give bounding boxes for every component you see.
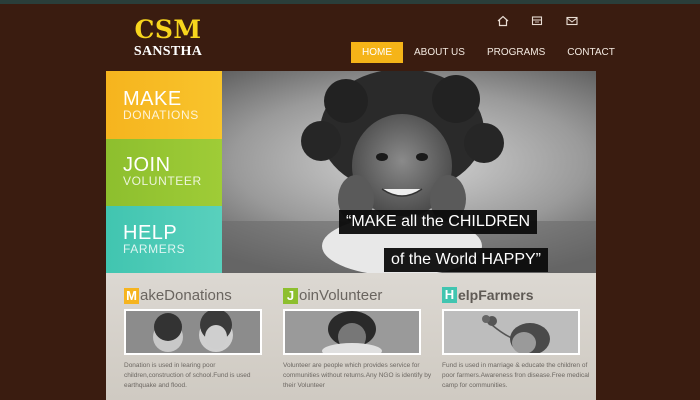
nav-about-us[interactable]: ABOUT US bbox=[403, 42, 476, 63]
nav-contact[interactable]: CONTACT bbox=[556, 42, 626, 63]
column-description: Donation is used in learing poor childre… bbox=[124, 362, 251, 389]
mail-icon[interactable] bbox=[565, 14, 579, 28]
cta-title: MAKE bbox=[123, 88, 182, 110]
top-accent-line bbox=[0, 0, 700, 4]
help-farmers-button[interactable]: HELP FARMERS bbox=[106, 206, 222, 273]
farmers-thumbnail[interactable] bbox=[442, 309, 580, 355]
title-text: oinVolunteer bbox=[299, 287, 383, 304]
site-logo[interactable]: CSM SANSTHA bbox=[128, 16, 208, 60]
volunteer-thumbnail[interactable] bbox=[283, 309, 421, 355]
column-title[interactable]: H elpFarmers bbox=[442, 287, 533, 303]
title-initial-badge: M bbox=[124, 287, 139, 304]
donations-thumbnail[interactable] bbox=[124, 309, 262, 355]
hero-banner: MAKE DONATIONS JOIN VOLUNTEER HELP FARME… bbox=[106, 71, 596, 273]
main-nav: HOME ABOUT US PROGRAMS CONTACT bbox=[351, 42, 626, 63]
content-section: M akeDonations Donation is used in leari… bbox=[106, 273, 596, 400]
title-initial-badge: H bbox=[442, 287, 457, 303]
column-title[interactable]: J oinVolunteer bbox=[283, 287, 382, 304]
hero-quote-line-2: of the World HAPPY” bbox=[384, 248, 548, 272]
join-volunteer-button[interactable]: JOIN VOLUNTEER bbox=[106, 139, 222, 206]
column-description: Fund is used in marriage & educate the c… bbox=[442, 362, 590, 389]
logo-line-1: CSM bbox=[134, 15, 202, 44]
column-description: Volunteer are people which provides serv… bbox=[283, 362, 432, 389]
cta-title: JOIN bbox=[123, 154, 171, 176]
nav-home[interactable]: HOME bbox=[351, 42, 403, 63]
title-text: elpFarmers bbox=[458, 287, 534, 303]
make-donations-button[interactable]: MAKE DONATIONS bbox=[106, 71, 222, 139]
sitemap-icon[interactable] bbox=[530, 14, 544, 28]
cta-subtitle: FARMERS bbox=[123, 242, 186, 256]
cta-title: HELP bbox=[123, 222, 178, 244]
cta-subtitle: VOLUNTEER bbox=[123, 174, 202, 188]
title-text: akeDonations bbox=[140, 287, 232, 304]
logo-line-2: SANSTHA bbox=[133, 44, 203, 59]
column-title[interactable]: M akeDonations bbox=[124, 287, 232, 304]
home-icon[interactable] bbox=[496, 14, 510, 28]
hero-quote-line-1: “MAKE all the CHILDREN bbox=[339, 210, 538, 234]
nav-programs[interactable]: PROGRAMS bbox=[476, 42, 556, 63]
cta-subtitle: DONATIONS bbox=[123, 108, 199, 122]
title-initial-badge: J bbox=[283, 287, 298, 304]
